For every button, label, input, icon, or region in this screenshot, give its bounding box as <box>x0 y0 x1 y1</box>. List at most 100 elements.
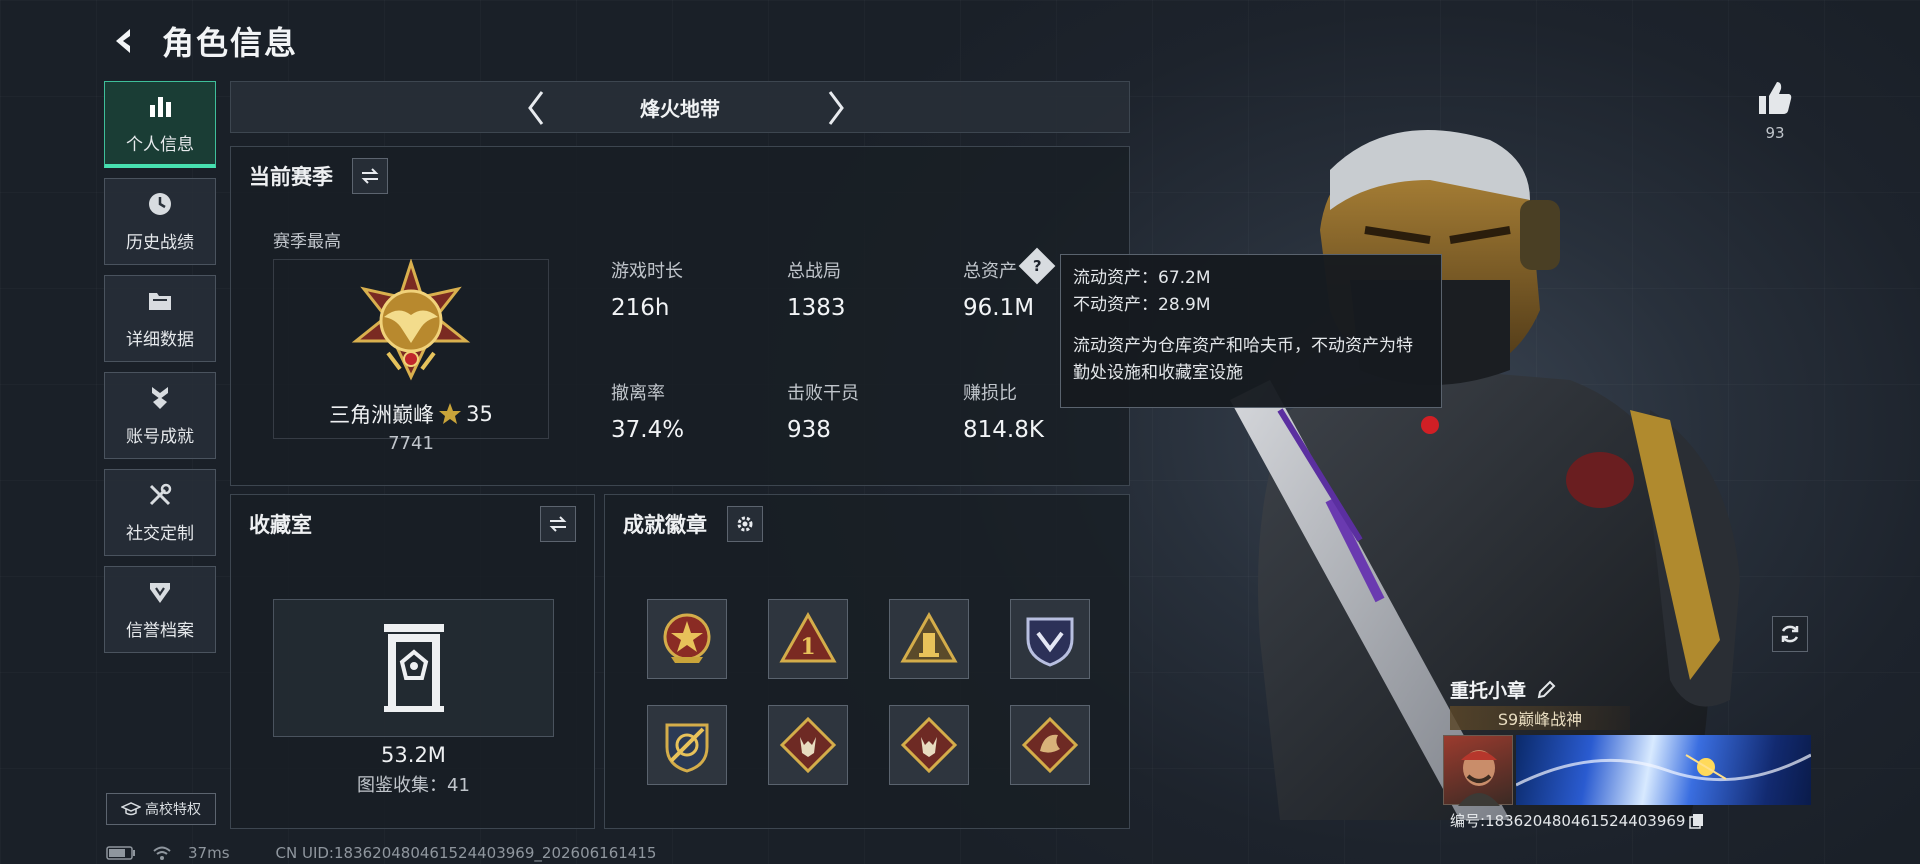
campus-label: 高校特权 <box>145 802 201 818</box>
section-title: 当前赛季 <box>249 165 333 189</box>
page-title: 角色信息 <box>162 24 299 62</box>
tower-badge[interactable] <box>889 599 969 679</box>
stat-label: 总战局 <box>787 261 841 282</box>
current-season-panel: 当前赛季 赛季最高 三角洲巅峰 35 7741 游戏时长 216h 总战局 13… <box>230 146 1130 486</box>
stat-kills: 击败干员 938 <box>787 379 859 443</box>
stat-value: 37.4% <box>611 417 685 443</box>
swap-icon <box>549 516 567 532</box>
thumbs-up-icon <box>1759 82 1792 114</box>
copy-icon[interactable] <box>1689 813 1705 829</box>
status-footer: 37ms CN UID:18362048046152440396​9_20260… <box>106 844 656 862</box>
nav-label: 社交定制 <box>126 524 194 544</box>
footer-uid: CN UID:18362048046152440396​9_2026061614… <box>275 844 657 862</box>
shield-icon <box>146 578 174 606</box>
clock-icon <box>146 190 174 218</box>
back-button[interactable] <box>104 21 144 61</box>
stat-label: 游戏时长 <box>611 261 683 282</box>
star-icon <box>439 403 462 424</box>
refresh-icon <box>1781 625 1799 643</box>
section-title: 收藏室 <box>249 513 312 537</box>
gear-icon <box>737 516 753 532</box>
wolf-badge[interactable] <box>889 705 969 785</box>
profile-banner-card[interactable] <box>1515 735 1812 805</box>
stat-label: 赚损比 <box>963 383 1017 404</box>
wolf-badge[interactable] <box>768 705 848 785</box>
achievement-badges-panel: 成就徽章 1 <box>604 494 1130 829</box>
nav-item-social-custom[interactable]: 社交定制 <box>104 469 216 556</box>
nav-label: 个人信息 <box>126 134 194 155</box>
stat-playtime: 游戏时长 216h <box>611 257 683 321</box>
assets-tooltip: 流动资产：67.2M 不动资产：28.9M 流动资产为仓库资产和哈夫币，不动资产… <box>1060 254 1442 408</box>
stat-value: 814.8K <box>963 417 1044 443</box>
back-arrow-icon <box>116 29 130 53</box>
mode-title: 烽火地带 <box>640 96 720 121</box>
tooltip-liquid-assets: 流动资产：67.2M <box>1073 268 1211 288</box>
campus-privilege-button[interactable]: 高校特权 <box>106 793 216 825</box>
question-mark-icon: ? <box>1032 256 1042 275</box>
ping-value: 37ms <box>188 844 230 862</box>
like-button[interactable]: 93 <box>1755 78 1795 142</box>
nav-label: 详细数据 <box>126 330 194 350</box>
next-mode-button[interactable] <box>816 88 856 128</box>
collection-preview[interactable] <box>273 599 554 737</box>
collection-count: 图鉴收集：41 <box>357 775 470 796</box>
showcase-icon <box>384 624 444 712</box>
collection-room-panel: 收藏室 53.2M 图鉴收集：41 <box>230 494 595 829</box>
stat-label: 击败干员 <box>787 383 859 404</box>
like-count: 93 <box>1765 124 1785 142</box>
stat-value: 96.1M <box>963 295 1035 321</box>
wings-badge[interactable] <box>647 705 727 785</box>
nav-label: 信誉档案 <box>126 621 194 641</box>
wrench-icon <box>146 481 174 509</box>
rank-score: 7741 <box>388 433 434 454</box>
player-name-row: 重托小章 <box>1450 676 1556 703</box>
bar-chart-icon <box>146 92 174 120</box>
side-nav: 个人信息 历史战绩 详细数据 账号成就 社交定制 信誉档案 <box>104 81 216 653</box>
star-emblem-badge[interactable] <box>647 599 727 679</box>
tooltip-fixed-assets: 不动资产：28.9M <box>1073 295 1211 316</box>
wifi-icon <box>153 846 171 860</box>
stat-value: 938 <box>787 417 831 443</box>
collection-switch-button[interactable] <box>540 506 576 542</box>
battery-icon <box>106 846 135 860</box>
nav-item-achievements[interactable]: 账号成就 <box>104 372 216 459</box>
shield-badge[interactable] <box>1010 599 1090 679</box>
mode-selector-bar: 烽火地带 <box>230 81 1130 133</box>
stat-label: 撤离率 <box>611 383 665 404</box>
chevron-right-icon <box>828 91 844 125</box>
title-badge: S9巅峰战神 <box>1450 706 1630 730</box>
chevron-left-icon <box>528 91 544 125</box>
refresh-button[interactable] <box>1772 616 1808 652</box>
rank-name: 三角洲巅峰 <box>329 403 435 427</box>
svg-text:1: 1 <box>800 634 815 660</box>
dragon-badge[interactable] <box>1010 705 1090 785</box>
tooltip-description: 流动资产为仓库资产和哈夫币，不动资产为特勤处设施和收藏室设施 <box>1073 336 1413 383</box>
season-best-label: 赛季最高 <box>273 232 341 252</box>
nav-item-detail-data[interactable]: 详细数据 <box>104 275 216 362</box>
section-title: 成就徽章 <box>623 513 707 537</box>
nav-label: 账号成就 <box>126 427 194 447</box>
badge-settings-button[interactable] <box>727 506 763 542</box>
stat-total-matches: 总战局 1383 <box>787 257 846 321</box>
rank-stars: 35 <box>466 402 493 426</box>
player-uid-row: 编号:18362048046152440396​9 <box>1450 810 1705 831</box>
nav-item-personal-info[interactable]: 个人信息 <box>104 81 216 168</box>
rank-name-row: 三角洲巅峰 35 <box>273 399 549 429</box>
medal-icon <box>146 384 174 412</box>
season-switch-button[interactable] <box>352 158 388 194</box>
stat-extract-rate: 撤离率 37.4% <box>611 379 684 443</box>
rank-emblem <box>348 258 474 389</box>
collection-value: 53.2M <box>381 743 446 767</box>
prev-mode-button[interactable] <box>516 88 556 128</box>
player-avatar[interactable] <box>1443 735 1513 806</box>
nav-item-reputation[interactable]: 信誉档案 <box>104 566 216 653</box>
folder-icon <box>146 287 174 315</box>
stat-value: 216h <box>611 295 670 321</box>
nav-item-history[interactable]: 历史战绩 <box>104 178 216 265</box>
player-name: 重托小章 <box>1450 680 1527 702</box>
graduation-cap-icon <box>121 802 141 816</box>
nav-label: 历史战绩 <box>126 233 194 253</box>
rank-one-badge[interactable]: 1 <box>768 599 848 679</box>
swap-icon <box>361 168 379 184</box>
edit-pencil-icon[interactable] <box>1536 680 1556 700</box>
